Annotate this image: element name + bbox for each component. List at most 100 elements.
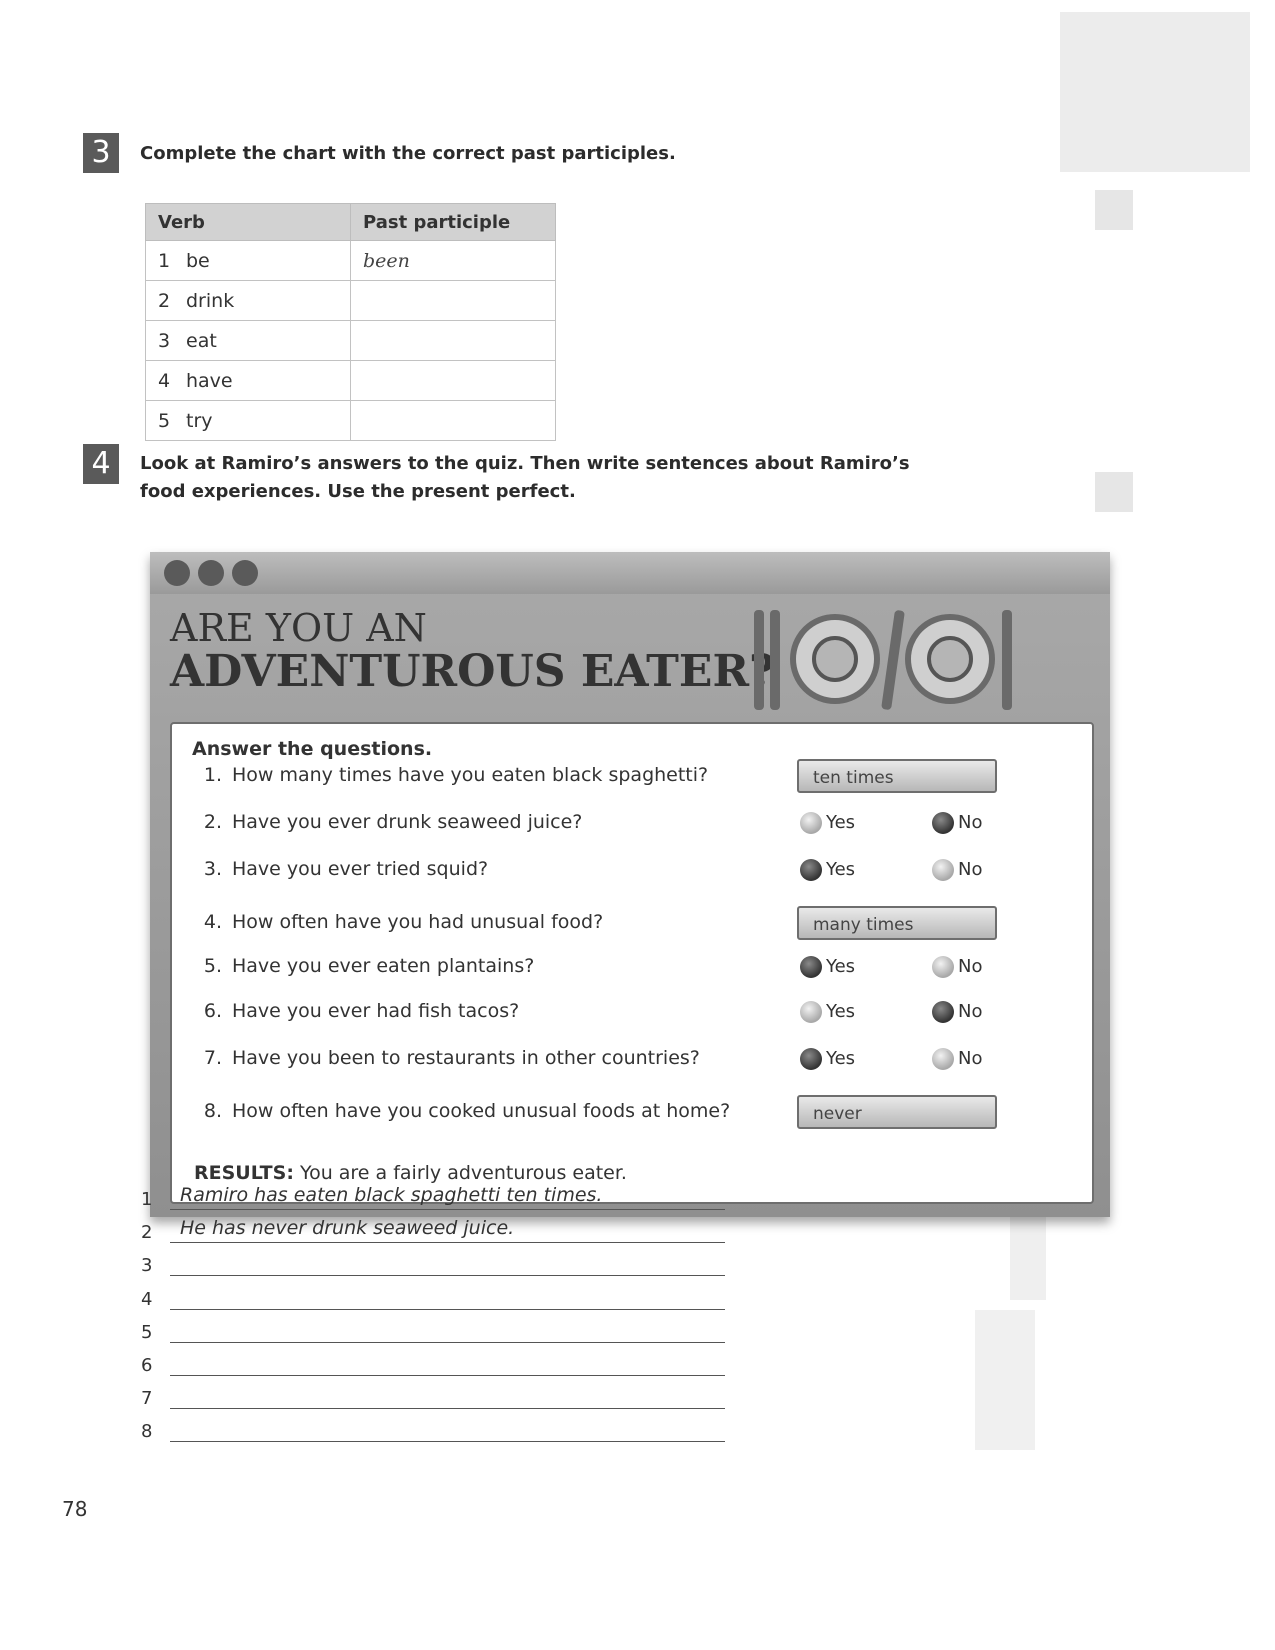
answer-line[interactable] [170,1341,725,1343]
window-dot-icon[interactable] [164,560,190,586]
radio-selected-icon[interactable] [800,1048,822,1070]
quiz-panel: Answer the questions. 1. How many times h… [170,722,1094,1204]
chart-row-number: 2 [158,289,171,312]
radio-label: No [958,812,983,833]
section-4-instruction: Look at Ramiro’s answers to the quiz. Th… [140,450,910,506]
radio-unselected-icon[interactable] [800,1001,822,1023]
radio-yes[interactable]: Yes [800,1001,855,1023]
window-dot-icon[interactable] [232,560,258,586]
radio-selected-icon[interactable] [800,956,822,978]
window-dot-icon[interactable] [198,560,224,586]
answer-line[interactable] [170,1209,725,1210]
past-participle-chart: Verb Past participle 1 be been 2 drink 3 eat 4 h… [145,203,556,441]
reverse-page-section-box [1095,190,1133,230]
chart-participle-cell[interactable]: been [350,240,556,281]
question-number: 3. [203,858,222,880]
chart-participle-cell[interactable] [350,400,556,441]
chart-verb: drink [186,289,235,312]
radio-yes[interactable]: Yes [800,859,855,881]
radio-no[interactable]: No [932,956,982,978]
radio-unselected-icon[interactable] [932,956,954,978]
question-text: Have you ever eaten plantains? [232,955,535,977]
quiz-title-line1: ARE YOU AN [170,606,427,650]
chart-participle-cell[interactable] [350,320,556,361]
chart-verb-cell: 5 try [145,400,351,441]
section-4-number: 4 [83,444,119,484]
answer-line-number: 8 [141,1421,153,1443]
chart-participle-cell[interactable] [350,360,556,401]
answer-line[interactable] [170,1408,725,1410]
plate-icon [790,614,880,704]
chart-row: 2 drink [145,280,556,321]
chart-row: 1 be been [145,240,556,281]
radio-selected-icon[interactable] [932,1001,954,1023]
quiz-question: 3. Have you ever tried squid? [192,858,488,880]
quiz-question: 5. Have you ever eaten plantains? [192,955,534,977]
chart-verb: eat [186,329,217,352]
chart-row-number: 1 [158,249,171,272]
answer-line[interactable] [170,1242,725,1244]
answer-line-number: 3 [141,1255,153,1277]
radio-selected-icon[interactable] [932,812,954,834]
radio-label: No [958,956,983,977]
question-text: Have you ever drunk seaweed juice? [232,811,583,833]
chart-participle-cell[interactable] [350,280,556,321]
radio-label: No [958,859,983,880]
answer-field[interactable]: many times [797,906,997,940]
radio-yes[interactable]: Yes [800,1048,855,1070]
radio-label: Yes [826,812,856,833]
radio-unselected-icon[interactable] [932,1048,954,1070]
knife-icon [881,609,905,711]
radio-no[interactable]: No [932,1048,982,1070]
section-3-number: 3 [83,133,119,173]
radio-no[interactable]: No [932,859,982,881]
chart-row: 3 eat [145,320,556,361]
quiz-results: RESULTS: You are a fairly adventurous ea… [194,1162,627,1184]
answer-line[interactable] [170,1275,725,1277]
answer-text[interactable]: He has never drunk seaweed juice. [180,1217,514,1239]
question-number: 1. [203,764,222,786]
section-4-instruction-line1: Look at Ramiro’s answers to the quiz. Th… [140,453,910,474]
chart-verb-cell: 3 eat [145,320,351,361]
reverse-page-header-block [1060,12,1250,172]
section-4-instruction-line2: food experiences. Use the present perfec… [140,481,576,502]
question-number: 7. [203,1047,222,1069]
page-number: 78 [62,1497,88,1521]
quiz-question: 8. How often have you cooked unusual food… [192,1100,730,1122]
quiz-title-line2: ADVENTUROUS EATER? [170,646,775,697]
chart-row-number: 5 [158,409,171,432]
answer-line-number: 2 [141,1222,153,1244]
plate-icon [905,614,995,704]
answer-field[interactable]: ten times [797,759,997,793]
fork-icon [1002,610,1012,710]
radio-yes[interactable]: Yes [800,956,855,978]
answer-line-number: 4 [141,1288,153,1310]
question-text: Have you ever had fish tacos? [232,1000,520,1022]
radio-no[interactable]: No [932,812,982,834]
question-number: 4. [203,911,222,933]
answer-line-number: 1 [141,1189,153,1210]
results-label: RESULTS: [194,1162,294,1184]
answer-field[interactable]: never [797,1095,997,1129]
reverse-page-image-block [975,1310,1035,1450]
answer-line[interactable] [170,1308,725,1310]
radio-label: No [958,1048,983,1069]
quiz-window: ARE YOU AN ADVENTUROUS EATER? Answer the… [150,552,1110,1217]
chart-verb: be [186,249,210,272]
chart-verb: try [186,409,213,432]
radio-yes[interactable]: Yes [800,812,855,834]
chart-header-verb: Verb [145,203,351,241]
radio-selected-icon[interactable] [800,859,822,881]
answer-text[interactable]: Ramiro has eaten black spaghetti ten tim… [180,1184,602,1206]
radio-no[interactable]: No [932,1001,982,1023]
quiz-question: 1. How many times have you eaten black sp… [192,764,708,786]
radio-unselected-icon[interactable] [932,859,954,881]
radio-unselected-icon[interactable] [800,812,822,834]
answer-line[interactable] [170,1375,725,1376]
answer-line-number: 5 [141,1321,153,1343]
answer-line-number: 7 [141,1388,153,1410]
chart-row: 5 try [145,400,556,441]
answer-line[interactable] [170,1441,725,1443]
radio-label: Yes [826,1001,856,1022]
chart-verb: have [186,369,233,392]
